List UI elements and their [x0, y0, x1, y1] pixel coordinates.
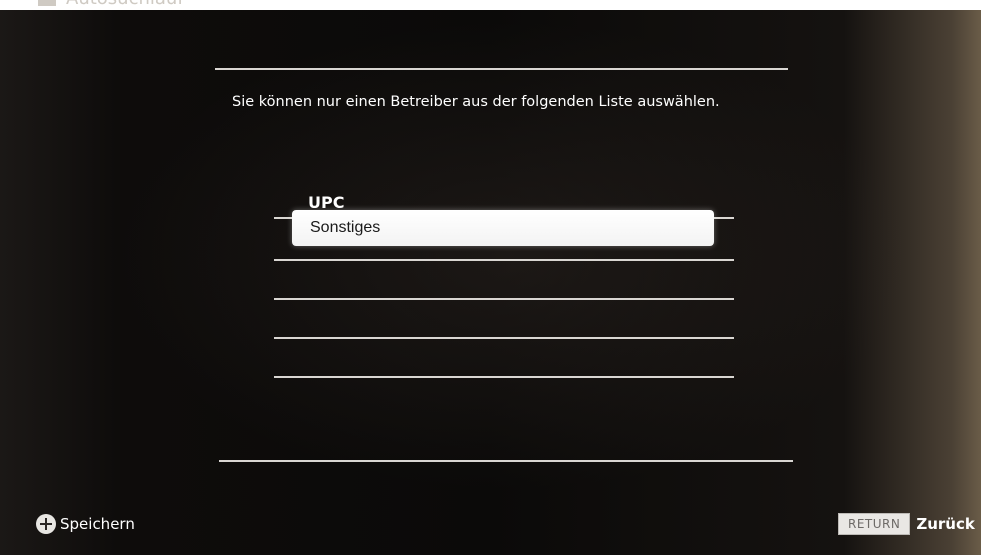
list-divider: [274, 376, 734, 378]
list-divider: [274, 259, 734, 261]
back-hint[interactable]: RETURN Zurück: [838, 513, 975, 535]
tv-screen: [0, 10, 981, 555]
list-item-sonstiges[interactable]: Sonstiges: [292, 210, 714, 246]
top-strip: Autosuchlauf: [0, 0, 981, 10]
save-hint[interactable]: Speichern: [36, 514, 135, 534]
list-item-label: Sonstiges: [310, 219, 381, 236]
back-label: Zurück: [916, 515, 975, 533]
bottom-divider: [219, 460, 793, 462]
top-divider: [215, 68, 788, 70]
dpad-icon: [36, 514, 56, 534]
menu-icon: [38, 0, 56, 6]
screen-title: Autosuchlauf: [38, 0, 184, 9]
save-label: Speichern: [60, 515, 135, 533]
instruction-text: Sie können nur einen Betreiber aus der f…: [232, 94, 720, 110]
return-key-icon: RETURN: [838, 513, 911, 535]
list-divider: [274, 337, 734, 339]
list-divider: [274, 298, 734, 300]
